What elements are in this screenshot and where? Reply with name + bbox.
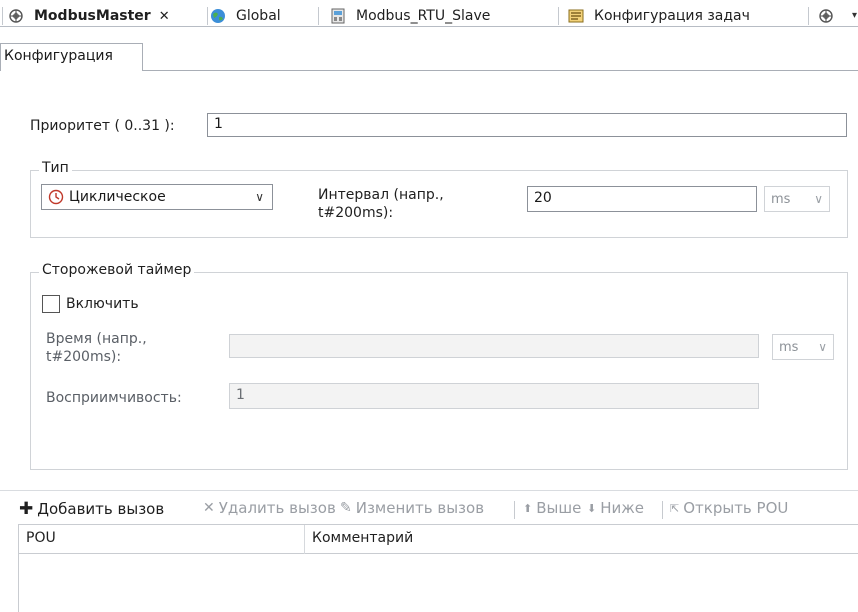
tab-label: Modbus_RTU_Slave <box>356 8 491 24</box>
watchdog-enable-checkbox[interactable] <box>42 295 60 313</box>
clock-icon <box>48 189 64 205</box>
type-select[interactable]: Циклическое ∨ <box>41 184 273 210</box>
tab-separator <box>2 7 3 25</box>
tab-modbus-rtu-slave[interactable]: Modbus_RTU_Slave <box>330 5 490 27</box>
task-icon <box>8 8 24 24</box>
tab-modbusmaster[interactable]: ModbusMaster ✕ <box>8 5 170 27</box>
watchdog-sensitivity-input[interactable]: 1 <box>229 383 759 409</box>
watchdog-group <box>30 272 848 470</box>
close-icon[interactable]: ✕ <box>159 9 170 24</box>
divider <box>142 70 858 71</box>
move-down-label: Ниже <box>600 499 644 517</box>
tab-separator <box>318 7 319 25</box>
subtab-label: Конфигурация <box>4 48 113 64</box>
type-group-title: Тип <box>39 160 72 176</box>
move-up-label: Выше <box>536 499 582 517</box>
tab-label: Global <box>236 8 281 24</box>
tab-separator <box>207 7 208 25</box>
tab-global[interactable]: Global <box>210 5 281 27</box>
tab-label: Конфигурация задач <box>594 8 750 24</box>
move-down-button[interactable]: ⬇ Ниже <box>587 499 644 517</box>
task-config-icon <box>568 8 584 24</box>
globe-icon <box>210 8 226 24</box>
plus-icon: ✚ <box>19 499 34 519</box>
interval-input[interactable]: 20 <box>527 186 757 212</box>
arrow-down-icon: ⬇ <box>587 501 597 515</box>
interval-unit-value: ms <box>771 192 791 207</box>
edit-call-label: Изменить вызов <box>355 499 485 517</box>
move-up-button[interactable]: ⬆ Выше <box>523 499 581 517</box>
edit-call-button[interactable]: ✎ Изменить вызов <box>340 499 484 517</box>
tab-overflow-chevron-icon[interactable]: ▾ <box>852 10 857 21</box>
interval-label: Интервал (напр., t#200ms): <box>318 187 444 221</box>
device-icon <box>330 8 346 24</box>
watchdog-sensitivity-label: Восприимчивость: <box>46 390 182 406</box>
document-tab-bar: ModbusMaster ✕ Global Modbus_RTU_Slave К… <box>0 0 858 27</box>
edit-icon: ✎ <box>340 500 352 516</box>
pou-table-header: POU Комментарий <box>18 524 858 554</box>
open-pou-label: Открыть POU <box>683 499 789 517</box>
chevron-down-icon: ∨ <box>255 190 264 204</box>
watchdog-enable-label: Включить <box>66 296 139 312</box>
watchdog-group-title: Сторожевой таймер <box>39 262 195 278</box>
toolbar-separator <box>514 501 515 519</box>
open-pou-button[interactable]: ⇱ Открыть POU <box>670 499 788 517</box>
interval-unit-select[interactable]: ms ∨ <box>764 186 830 212</box>
delete-icon: ✕ <box>203 500 215 516</box>
tab-more[interactable] <box>818 5 844 27</box>
remove-call-button[interactable]: ✕ Удалить вызов <box>203 499 336 517</box>
arrow-up-icon: ⬆ <box>523 501 533 515</box>
tab-label: ModbusMaster <box>34 8 151 24</box>
column-header-comment[interactable]: Комментарий <box>312 530 413 546</box>
type-select-value: Циклическое <box>69 189 166 205</box>
add-call-button[interactable]: ✚ Добавить вызов <box>19 499 164 519</box>
watchdog-unit-select[interactable]: ms ∨ <box>772 334 834 360</box>
chevron-down-icon: ∨ <box>814 192 823 206</box>
column-divider[interactable] <box>304 525 305 554</box>
priority-label: Приоритет ( 0..31 ): <box>30 118 175 134</box>
column-header-pou[interactable]: POU <box>26 530 56 546</box>
tab-separator <box>808 7 809 25</box>
task-icon <box>818 8 834 24</box>
add-call-label: Добавить вызов <box>37 500 165 518</box>
watchdog-time-label: Время (напр., t#200ms): <box>46 331 147 365</box>
tab-configuration[interactable]: Конфигурация <box>0 43 143 71</box>
pou-table-body[interactable] <box>18 554 858 612</box>
watchdog-time-input[interactable] <box>229 334 759 358</box>
priority-input[interactable]: 1 <box>207 113 847 137</box>
toolbar-separator <box>662 501 663 519</box>
call-toolbar: ✚ Добавить вызов ✕ Удалить вызов ✎ Измен… <box>0 490 858 522</box>
open-pou-icon: ⇱ <box>670 501 680 515</box>
remove-call-label: Удалить вызов <box>218 499 336 517</box>
tab-separator <box>558 7 559 25</box>
watchdog-unit-value: ms <box>779 340 799 355</box>
tab-task-configuration[interactable]: Конфигурация задач <box>568 5 750 27</box>
chevron-down-icon: ∨ <box>818 340 827 354</box>
